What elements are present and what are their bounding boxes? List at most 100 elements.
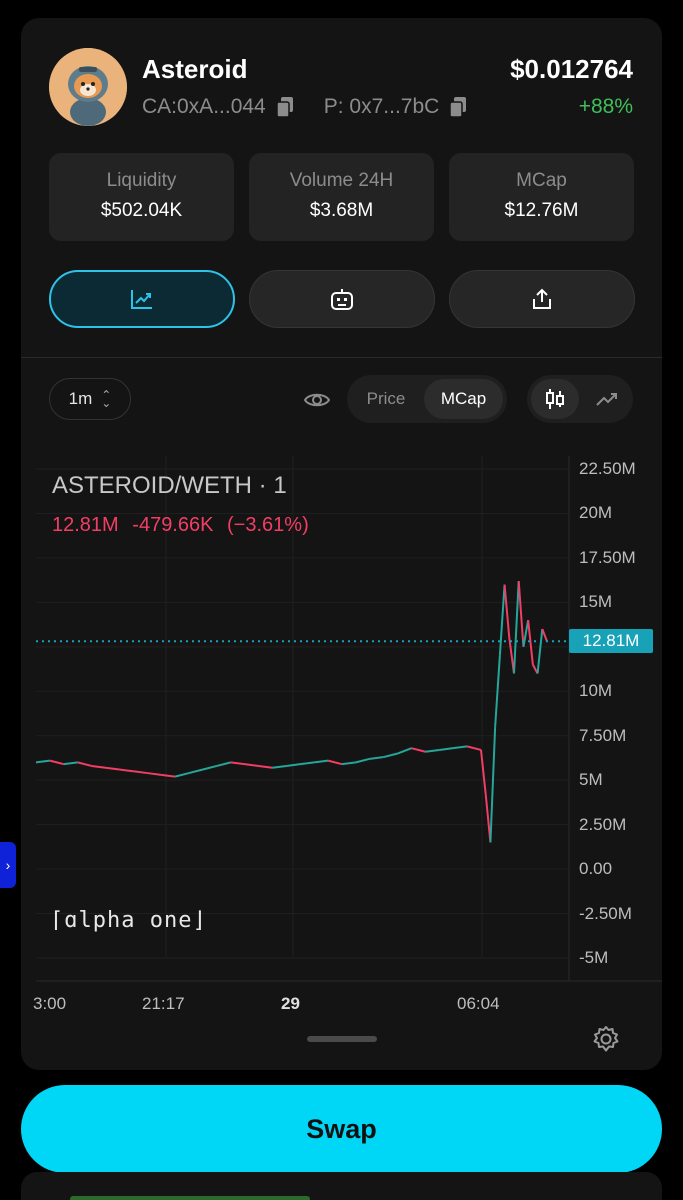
- price-chart[interactable]: ASTEROID/WETH · 1 12.81M -479.66K (−3.61…: [21, 436, 662, 1016]
- candlestick-icon: [546, 389, 564, 409]
- alpha-one-logo: ⌈ɑlpha one⌋: [50, 908, 207, 933]
- share-button[interactable]: [449, 270, 635, 328]
- stat-value: $12.76M: [504, 200, 579, 221]
- contract-address: CA:0xA...044: [142, 95, 266, 118]
- price-segment: [230, 761, 245, 766]
- price-segment: [161, 773, 176, 778]
- y-tick: 10M: [579, 681, 613, 701]
- bot-button[interactable]: [249, 270, 435, 328]
- price-segment: [105, 766, 120, 771]
- change-pct: (−3.61%): [227, 514, 309, 536]
- x-tick: 06:04: [457, 994, 500, 1013]
- price-segment: [63, 761, 78, 766]
- y-tick: 7.50M: [579, 725, 627, 745]
- bottom-indicator: [70, 1196, 310, 1200]
- pair-address: P: 0x7...7bC: [323, 95, 440, 118]
- price-segment: [188, 768, 204, 775]
- price-segment: [244, 763, 259, 767]
- y-tick: -2.50M: [579, 903, 632, 923]
- y-tick: 20M: [579, 503, 613, 523]
- price-segment: [258, 764, 273, 769]
- side-panel-toggle[interactable]: ›: [0, 842, 16, 888]
- price-segment: [425, 748, 440, 753]
- price-segment: [517, 580, 525, 647]
- timeframe-select[interactable]: 1m ⌃ ⌄: [49, 378, 131, 420]
- price-segment: [397, 747, 412, 755]
- updown-chevron-icon: ⌃ ⌄: [101, 388, 112, 410]
- price-segment: [536, 628, 544, 674]
- price-segment: [147, 772, 162, 776]
- copy-ca-icon[interactable]: [275, 96, 294, 118]
- token-price: $0.012764: [510, 54, 633, 84]
- y-tick: 2.50M: [579, 814, 627, 834]
- eye-icon[interactable]: [304, 387, 330, 413]
- price-segment: [355, 757, 370, 764]
- chart-type-toggle: [527, 375, 633, 423]
- price-change: +88%: [578, 95, 633, 118]
- price-segment: [439, 747, 454, 751]
- pair-label: ASTEROID/WETH · 1: [52, 472, 287, 499]
- line-chart-button[interactable]: [587, 379, 627, 419]
- stat-label: Volume 24H: [289, 170, 394, 191]
- stat-mcap: MCap $12.76M: [449, 153, 634, 241]
- divider: [21, 357, 662, 358]
- y-tick: -5M: [579, 948, 609, 967]
- x-tick: 29: [281, 994, 300, 1013]
- stat-value: $502.04K: [100, 200, 183, 221]
- price-segment: [300, 761, 315, 766]
- y-tick: 5M: [579, 770, 603, 790]
- price-segment: [133, 770, 148, 775]
- y-tick: 22.50M: [579, 459, 636, 478]
- y-tick: 0.00: [579, 859, 613, 879]
- share-icon: [533, 288, 551, 309]
- copy-pair-icon[interactable]: [449, 96, 467, 118]
- price-segment: [341, 761, 356, 766]
- trend-line-icon: [596, 393, 617, 406]
- chart-view-button[interactable]: [49, 270, 235, 328]
- swap-button[interactable]: Swap: [21, 1085, 662, 1173]
- mode-price[interactable]: Price: [351, 379, 421, 419]
- price-segment: [484, 794, 492, 843]
- stat-liquidity: Liquidity $502.04K: [49, 153, 234, 241]
- x-tick: 3:00: [33, 994, 67, 1013]
- stat-label: MCap: [516, 170, 567, 191]
- stat-value: $3.68M: [309, 200, 374, 221]
- price-segment: [541, 628, 548, 642]
- gear-icon[interactable]: [592, 1025, 620, 1053]
- last-value: 12.81M: [52, 514, 119, 536]
- price-segment: [286, 763, 301, 767]
- stat-label: Liquidity: [106, 170, 177, 191]
- price-segment: [91, 764, 106, 769]
- chart-icon: [131, 290, 152, 309]
- price-segment: [411, 747, 426, 753]
- ohlc-readout: 12.81M -479.66K (−3.61%): [52, 514, 317, 537]
- price-segment: [369, 756, 384, 760]
- price-segment: [35, 759, 51, 764]
- price-segment: [216, 761, 231, 767]
- drag-handle[interactable]: [307, 1036, 377, 1042]
- x-tick: 21:17: [142, 994, 185, 1013]
- change-abs: -479.66K: [132, 514, 214, 536]
- mode-mcap[interactable]: MCap: [424, 379, 503, 419]
- price-segment: [49, 759, 65, 766]
- price-segment: [503, 584, 511, 639]
- price-segment: [202, 764, 218, 771]
- price-segment: [119, 768, 134, 773]
- price-segment: [313, 759, 329, 764]
- token-card: Asteroid $0.012764 CA:0xA...044 P: 0x7..…: [21, 18, 662, 1070]
- address-row: CA:0xA...044 P: 0x7...7bC: [142, 95, 467, 119]
- price-segment: [327, 759, 343, 766]
- price-segment: [77, 761, 92, 767]
- price-mcap-toggle: Price MCap: [347, 375, 507, 423]
- price-segment: [498, 584, 506, 656]
- price-segment: [522, 619, 530, 647]
- current-price-tag: 12.81M: [569, 629, 653, 654]
- token-name: Asteroid: [142, 54, 248, 84]
- timeframe-value: 1m: [68, 389, 93, 408]
- robot-icon: [331, 289, 353, 310]
- candles-button[interactable]: [531, 379, 579, 419]
- price-segment: [453, 745, 468, 750]
- y-tick: 17.50M: [579, 547, 636, 567]
- price-segment: [383, 752, 398, 759]
- price-segment: [527, 620, 534, 665]
